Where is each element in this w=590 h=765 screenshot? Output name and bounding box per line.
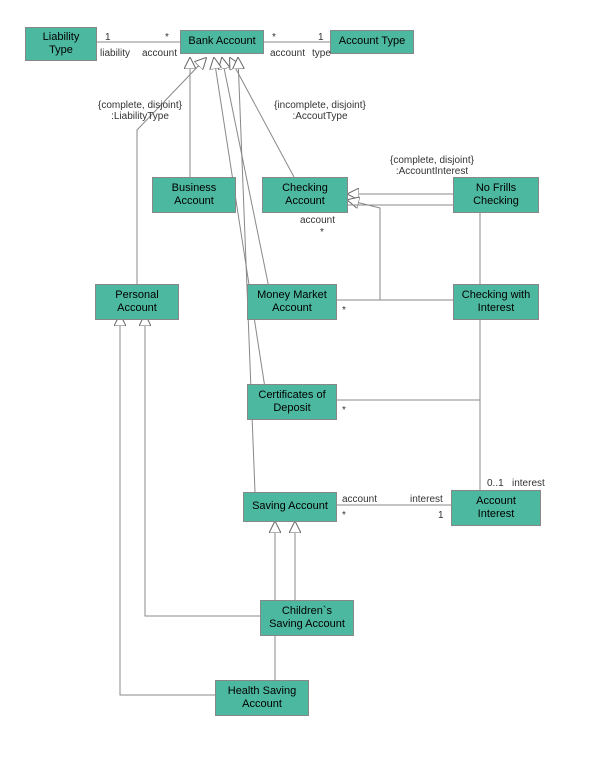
constraint-label: {incomplete, disjoint} :AccoutType <box>260 100 380 122</box>
class-no-frills-checking[interactable]: No Frills Checking <box>453 177 539 213</box>
role-label: account <box>270 48 305 59</box>
class-saving-account[interactable]: Saving Account <box>243 492 337 522</box>
constraint-label: {complete, disjoint} :LiabilityType <box>80 100 200 122</box>
constraint-label: {complete, disjoint} :AccountInterest <box>372 155 492 177</box>
class-business-account[interactable]: Business Account <box>152 177 236 213</box>
role-label: account <box>300 215 335 226</box>
class-bank-account[interactable]: Bank Account <box>180 30 264 54</box>
multiplicity-label: 1 <box>105 32 111 43</box>
multiplicity-label: * <box>342 305 346 316</box>
role-label: account <box>342 494 377 505</box>
class-account-type[interactable]: Account Type <box>330 30 414 54</box>
class-money-market-account[interactable]: Money Market Account <box>247 284 337 320</box>
multiplicity-label: 1 <box>318 32 324 43</box>
role-label: liability <box>100 48 130 59</box>
class-health-saving-account[interactable]: Health Saving Account <box>215 680 309 716</box>
class-checking-account[interactable]: Checking Account <box>262 177 348 213</box>
role-label: interest <box>410 494 443 505</box>
class-account-interest[interactable]: Account Interest <box>451 490 541 526</box>
role-label: type <box>312 48 331 59</box>
role-label: account <box>142 48 177 59</box>
class-liability-type[interactable]: Liability Type <box>25 27 97 61</box>
class-personal-account[interactable]: Personal Account <box>95 284 179 320</box>
multiplicity-label: 0..1 <box>487 478 504 489</box>
multiplicity-label: 1 <box>438 510 444 521</box>
role-label: interest <box>512 478 545 489</box>
class-certificates-of-deposit[interactable]: Certificates of Deposit <box>247 384 337 420</box>
multiplicity-label: * <box>342 510 346 521</box>
class-childrens-saving-account[interactable]: Children`s Saving Account <box>260 600 354 636</box>
multiplicity-label: * <box>342 405 346 416</box>
multiplicity-label: * <box>272 32 276 43</box>
multiplicity-label: * <box>165 32 169 43</box>
multiplicity-label: * <box>320 227 324 238</box>
class-checking-with-interest[interactable]: Checking with Interest <box>453 284 539 320</box>
